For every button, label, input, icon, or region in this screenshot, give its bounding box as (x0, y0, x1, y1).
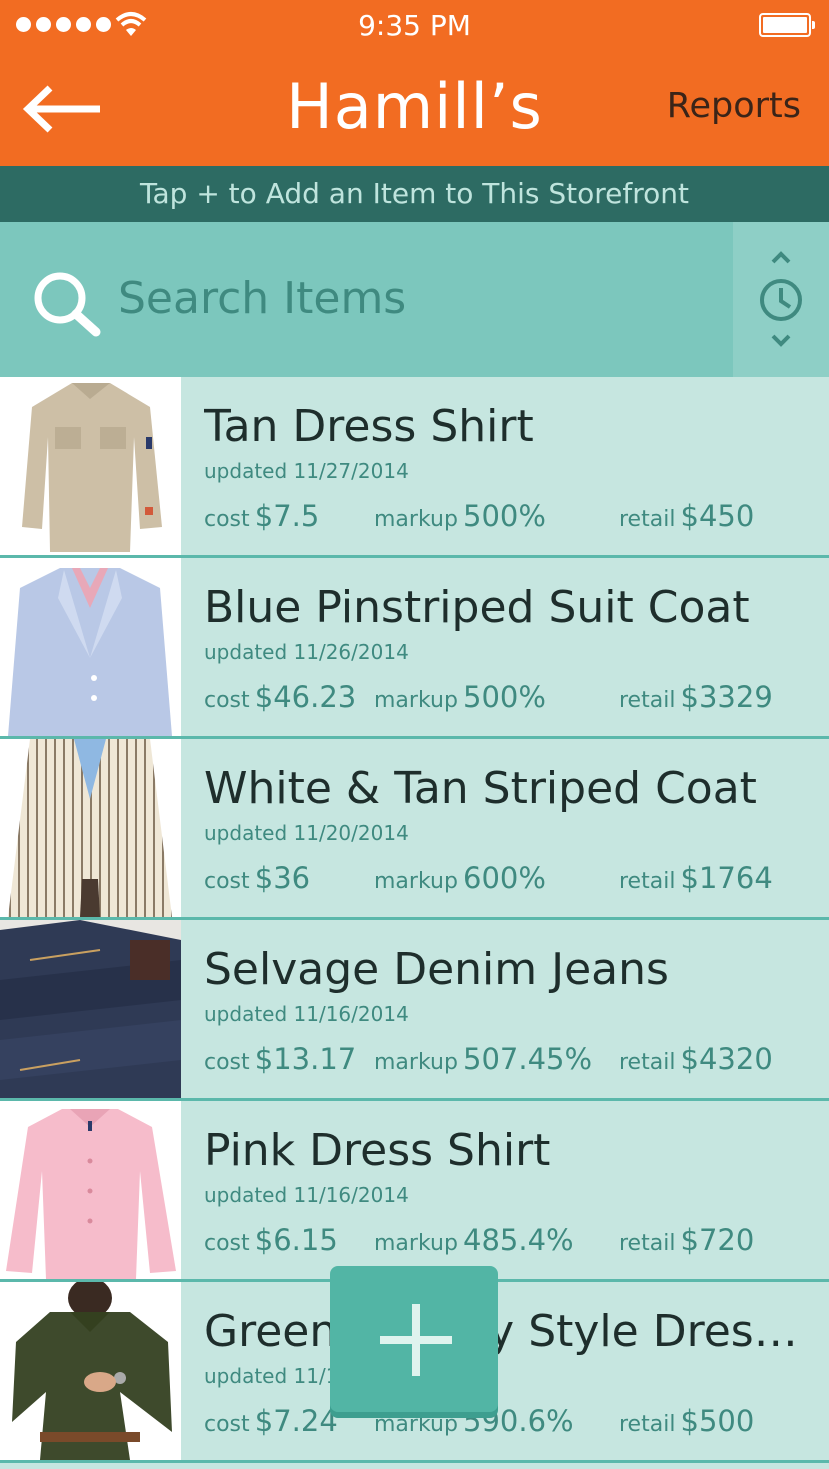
item-name: Pink Dress Shirt (204, 1125, 551, 1176)
item-stats: cost $46.23 markup 500% retail $3329 (204, 680, 814, 720)
item-info: Blue Pinstriped Suit Coat updated 11/26/… (204, 558, 829, 736)
search-bar (0, 222, 733, 377)
item-retail: retail $720 (619, 1223, 755, 1257)
item-info: Green Military Style Dress... updated 11… (204, 1282, 829, 1460)
item-updated-date: updated 11/16/2014 (204, 1183, 409, 1207)
item-name: Blue Pinstriped Suit Coat (204, 582, 750, 633)
item-info: Pink Dress Shirt updated 11/16/2014 cost… (204, 1101, 829, 1279)
item-stats: cost $36 markup 600% retail $1764 (204, 861, 814, 901)
add-item-button[interactable] (330, 1266, 498, 1412)
item-retail: retail $450 (619, 499, 755, 533)
item-name: Tan Dress Shirt (204, 401, 534, 452)
item-markup: markup 500% (374, 680, 546, 714)
status-bar: 9:35 PM (0, 0, 829, 52)
item-info: White & Tan Striped Coat updated 11/20/2… (204, 739, 829, 917)
item-retail: retail $3329 (619, 680, 773, 714)
item-cost: cost $46.23 (204, 680, 357, 714)
list-item[interactable]: Blue Pinstriped Suit Coat updated 11/26/… (0, 558, 829, 739)
item-thumbnail (0, 377, 181, 555)
search-icon[interactable] (30, 268, 102, 358)
item-name: Green Military Style Dress... (204, 1306, 804, 1357)
item-cost: cost $6.15 (204, 1223, 338, 1257)
item-markup: markup 500% (374, 499, 546, 533)
item-cost: cost $13.17 (204, 1042, 357, 1076)
item-thumbnail (0, 1282, 181, 1460)
item-updated-date: updated 11/27/2014 (204, 459, 409, 483)
item-info: Selvage Denim Jeans updated 11/16/2014 c… (204, 920, 829, 1098)
reports-button[interactable]: Reports (667, 86, 801, 126)
item-updated-date: updated 11/26/2014 (204, 640, 409, 664)
add-item-hint-banner: Tap + to Add an Item to This Storefront (0, 166, 829, 222)
list-item[interactable]: Selvage Denim Jeans updated 11/16/2014 c… (0, 920, 829, 1101)
item-markup: markup 507.45% (374, 1042, 593, 1076)
list-item[interactable]: Pink Dress Shirt updated 11/16/2014 cost… (0, 1101, 829, 1282)
list-item[interactable]: White & Tan Striped Coat updated 11/20/2… (0, 739, 829, 920)
battery-icon (759, 13, 815, 37)
app-header: 9:35 PM Hamill’s Reports (0, 0, 829, 166)
clock-sort-icon (760, 251, 802, 347)
item-stats: cost $7.24 markup 590.6% retail $500 (204, 1404, 814, 1444)
item-cost: cost $7.5 (204, 499, 320, 533)
item-cost: cost $7.24 (204, 1404, 338, 1438)
item-name: Selvage Denim Jeans (204, 944, 669, 995)
list-item[interactable]: Tan Dress Shirt updated 11/27/2014 cost … (0, 377, 829, 558)
search-input[interactable] (118, 268, 718, 328)
item-retail: retail $4320 (619, 1042, 773, 1076)
item-stats: cost $6.15 markup 485.4% retail $720 (204, 1223, 814, 1263)
item-markup: markup 600% (374, 861, 546, 895)
item-thumbnail (0, 558, 181, 736)
status-time: 9:35 PM (358, 9, 471, 42)
item-thumbnail (0, 920, 181, 1098)
item-stats: cost $7.5 markup 500% retail $450 (204, 499, 814, 539)
item-info: Tan Dress Shirt updated 11/27/2014 cost … (204, 377, 829, 555)
item-updated-date: updated 11/16/2014 (204, 1002, 409, 1026)
item-retail: retail $500 (619, 1404, 755, 1438)
item-name: White & Tan Striped Coat (204, 763, 757, 814)
sort-by-date-button[interactable] (733, 222, 829, 377)
item-updated-date: updated 11/20/2014 (204, 821, 409, 845)
item-cost: cost $36 (204, 861, 311, 895)
item-retail: retail $1764 (619, 861, 773, 895)
item-stats: cost $13.17 markup 507.45% retail $4320 (204, 1042, 814, 1082)
item-thumbnail (0, 1101, 181, 1279)
item-thumbnail (0, 739, 181, 917)
item-markup: markup 485.4% (374, 1223, 574, 1257)
